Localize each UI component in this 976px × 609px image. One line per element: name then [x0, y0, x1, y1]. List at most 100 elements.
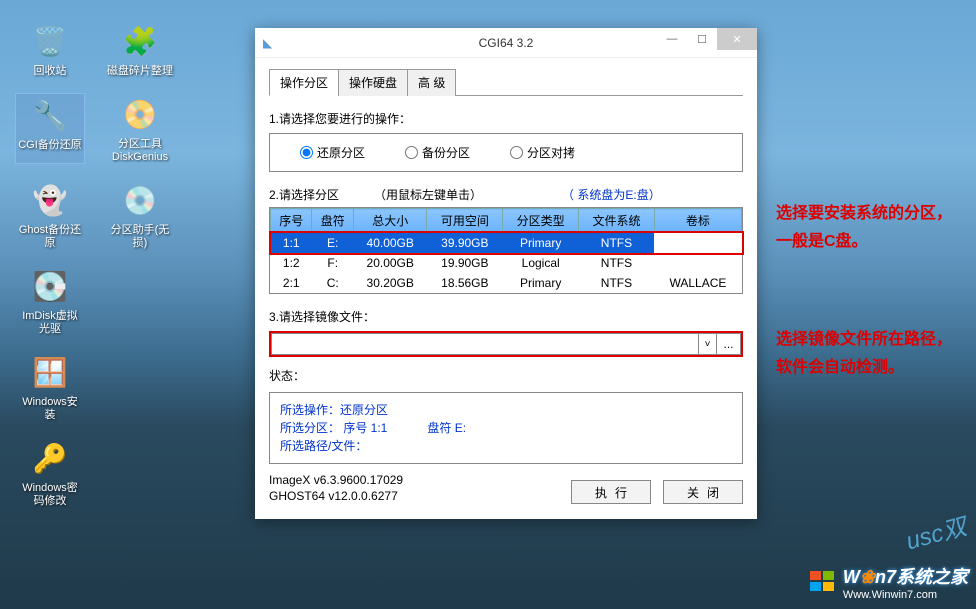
- section3-title: 3.请选择镜像文件：: [269, 308, 743, 325]
- dropdown-button[interactable]: ˅: [699, 333, 717, 355]
- cell-free: 39.90GB: [427, 233, 503, 254]
- watermark-curve: usc双: [901, 507, 969, 557]
- ghost-icon: 👻: [29, 179, 71, 221]
- desktop-icon-defrag[interactable]: 🧩磁盘碎片整理: [105, 20, 175, 78]
- recycle-bin-icon: 🗑️: [29, 20, 71, 62]
- radio-label: 分区对拷: [527, 144, 575, 161]
- execute-button[interactable]: 执行: [571, 480, 651, 504]
- version-info: ImageX v6.3.9600.17029 GHOST64 v12.0.0.6…: [269, 472, 403, 504]
- desktop-icon-imdisk[interactable]: 💽 ImDisk虚拟 光驱: [15, 265, 85, 336]
- cell-fs: NTFS: [579, 253, 655, 273]
- cell-drive: E:: [312, 233, 353, 254]
- windows-install-icon: 🪟: [29, 351, 71, 393]
- tab-disk-operate[interactable]: 操作硬盘: [338, 69, 408, 96]
- windows-logo-icon: [809, 570, 837, 594]
- th-drive: 盘符: [312, 209, 353, 233]
- desktop-icon-windows-pwd[interactable]: 🔑Windows密 码修改: [15, 437, 85, 508]
- th-num: 序号: [271, 209, 312, 233]
- system-disk-label: （ 系统盘为E:盘）: [562, 186, 661, 203]
- defrag-icon: 🧩: [119, 20, 161, 62]
- section-operation: 1.请选择您要进行的操作： 还原分区 备份分区 分区对拷: [269, 110, 743, 172]
- footer: ImageX v6.3.9600.17029 GHOST64 v12.0.0.6…: [269, 472, 743, 504]
- cell-total: 30.20GB: [353, 273, 426, 293]
- desktop-icon-windows-install[interactable]: 🪟 Windows安 装: [15, 351, 85, 422]
- section2-title: 2.请选择分区: [269, 186, 339, 203]
- desktop-icon-cgi-backup[interactable]: 🔧 CGI备份还原: [15, 93, 85, 164]
- cell-num: 1:2: [271, 253, 312, 273]
- imdisk-icon: 💽: [29, 265, 71, 307]
- desktop-icon-partition-assist[interactable]: 💿 分区助手(无 损): [105, 179, 175, 250]
- close-button[interactable]: ✕: [717, 28, 757, 50]
- cell-free: 19.90GB: [427, 253, 503, 273]
- radio-copy-input[interactable]: [510, 146, 523, 159]
- icon-label: ImDisk虚拟 光驱: [22, 310, 78, 336]
- annotation-partition: 选择要安装系统的分区， 一般是C盘。: [776, 200, 952, 256]
- partition-assist-icon: 💿: [119, 179, 161, 221]
- icon-label: CGI备份还原: [18, 139, 82, 152]
- table-row[interactable]: 2:1 C: 30.20GB 18.56GB Primary NTFS WALL…: [271, 273, 742, 293]
- cell-fs: NTFS: [579, 273, 655, 293]
- table-row[interactable]: 1:2 F: 20.00GB 19.90GB Logical NTFS: [271, 253, 742, 273]
- maximize-button[interactable]: ☐: [687, 28, 717, 50]
- radio-backup-input[interactable]: [405, 146, 418, 159]
- radio-copy[interactable]: 分区对拷: [510, 144, 575, 161]
- window-buttons: — ☐ ✕: [657, 28, 757, 50]
- status-op: 所选操作：还原分区: [280, 401, 732, 419]
- cell-vol: [654, 253, 741, 273]
- window-body: 操作分区 操作硬盘 高 级 1.请选择您要进行的操作： 还原分区 备份分区 分区…: [255, 58, 757, 514]
- watermark-text: W❀n7系统之家: [843, 567, 968, 587]
- icon-label: 分区工具 DiskGenius: [112, 138, 168, 164]
- image-path-input[interactable]: [271, 333, 699, 355]
- annotation-image: 选择镜像文件所在路径， 软件会自动检测。: [776, 326, 952, 382]
- th-vol: 卷标: [654, 209, 741, 233]
- app-window: ◣ CGI64 3.2 — ☐ ✕ 操作分区 操作硬盘 高 级 1.请选择您要进…: [255, 28, 757, 519]
- cell-vol: WALLACE: [654, 273, 741, 293]
- diskgenius-icon: 📀: [119, 93, 161, 135]
- radio-restore[interactable]: 还原分区: [300, 144, 365, 161]
- status-part: 所选分区： 序号 1:1盘符 E:: [280, 419, 732, 437]
- icon-label: Windows安 装: [22, 396, 78, 422]
- app-icon: ◣: [263, 36, 272, 50]
- cell-ptype: Primary: [503, 233, 579, 254]
- section1-title: 1.请选择您要进行的操作：: [269, 110, 743, 127]
- watermark-url: Www.Winwin7.com: [843, 589, 968, 601]
- desktop-icon-recycle-bin[interactable]: 🗑️回收站: [15, 20, 85, 78]
- close-button-footer[interactable]: 关闭: [663, 480, 743, 504]
- cell-free: 18.56GB: [427, 273, 503, 293]
- desktop-icon-diskgenius[interactable]: 📀 分区工具 DiskGenius: [105, 93, 175, 164]
- browse-button[interactable]: ...: [717, 333, 741, 355]
- table-row[interactable]: 1:1 E: 40.00GB 39.90GB Primary NTFS: [271, 233, 742, 254]
- th-free: 可用空间: [427, 209, 503, 233]
- radio-restore-input[interactable]: [300, 146, 313, 159]
- cell-vol: [654, 233, 741, 254]
- cell-ptype: Primary: [503, 273, 579, 293]
- cell-drive: F:: [312, 253, 353, 273]
- ghost-version: GHOST64 v12.0.0.6277: [269, 488, 403, 504]
- tab-partition-operate[interactable]: 操作分区: [269, 69, 339, 96]
- tab-advanced[interactable]: 高 级: [407, 69, 456, 96]
- th-total: 总大小: [353, 209, 426, 233]
- cell-total: 20.00GB: [353, 253, 426, 273]
- section-image: 3.请选择镜像文件： ˅ ... 状态： 所选操作：还原分区 所选分区： 序号 …: [269, 308, 743, 464]
- icon-label: 分区助手(无 损): [111, 224, 170, 250]
- cell-ptype: Logical: [503, 253, 579, 273]
- titlebar[interactable]: ◣ CGI64 3.2 — ☐ ✕: [255, 28, 757, 58]
- minimize-button[interactable]: —: [657, 28, 687, 50]
- desktop-icon-ghost[interactable]: 👻Ghost备份还 原: [15, 179, 85, 250]
- watermark: W❀n7系统之家 Www.Winwin7.com: [809, 563, 968, 601]
- cell-num: 2:1: [271, 273, 312, 293]
- cgi-icon: 🔧: [29, 94, 71, 136]
- operation-box: 还原分区 备份分区 分区对拷: [269, 133, 743, 172]
- cell-drive: C:: [312, 273, 353, 293]
- partition-table-box: 序号 盘符 总大小 可用空间 分区类型 文件系统 卷标 1:1 E:: [269, 207, 743, 294]
- th-fs: 文件系统: [579, 209, 655, 233]
- status-box: 所选操作：还原分区 所选分区： 序号 1:1盘符 E: 所选路径/文件：: [269, 392, 743, 464]
- status-path: 所选路径/文件：: [280, 437, 732, 455]
- partition-table[interactable]: 序号 盘符 总大小 可用空间 分区类型 文件系统 卷标 1:1 E:: [270, 208, 742, 293]
- cell-total: 40.00GB: [353, 233, 426, 254]
- radio-backup[interactable]: 备份分区: [405, 144, 470, 161]
- tabs: 操作分区 操作硬盘 高 级: [269, 68, 743, 96]
- radio-label: 还原分区: [317, 144, 365, 161]
- cell-fs: NTFS: [579, 233, 655, 254]
- desktop: 🗑️回收站 🧩磁盘碎片整理 🔧CGI备份还原 📀分区工具 DiskGenius …: [0, 0, 976, 609]
